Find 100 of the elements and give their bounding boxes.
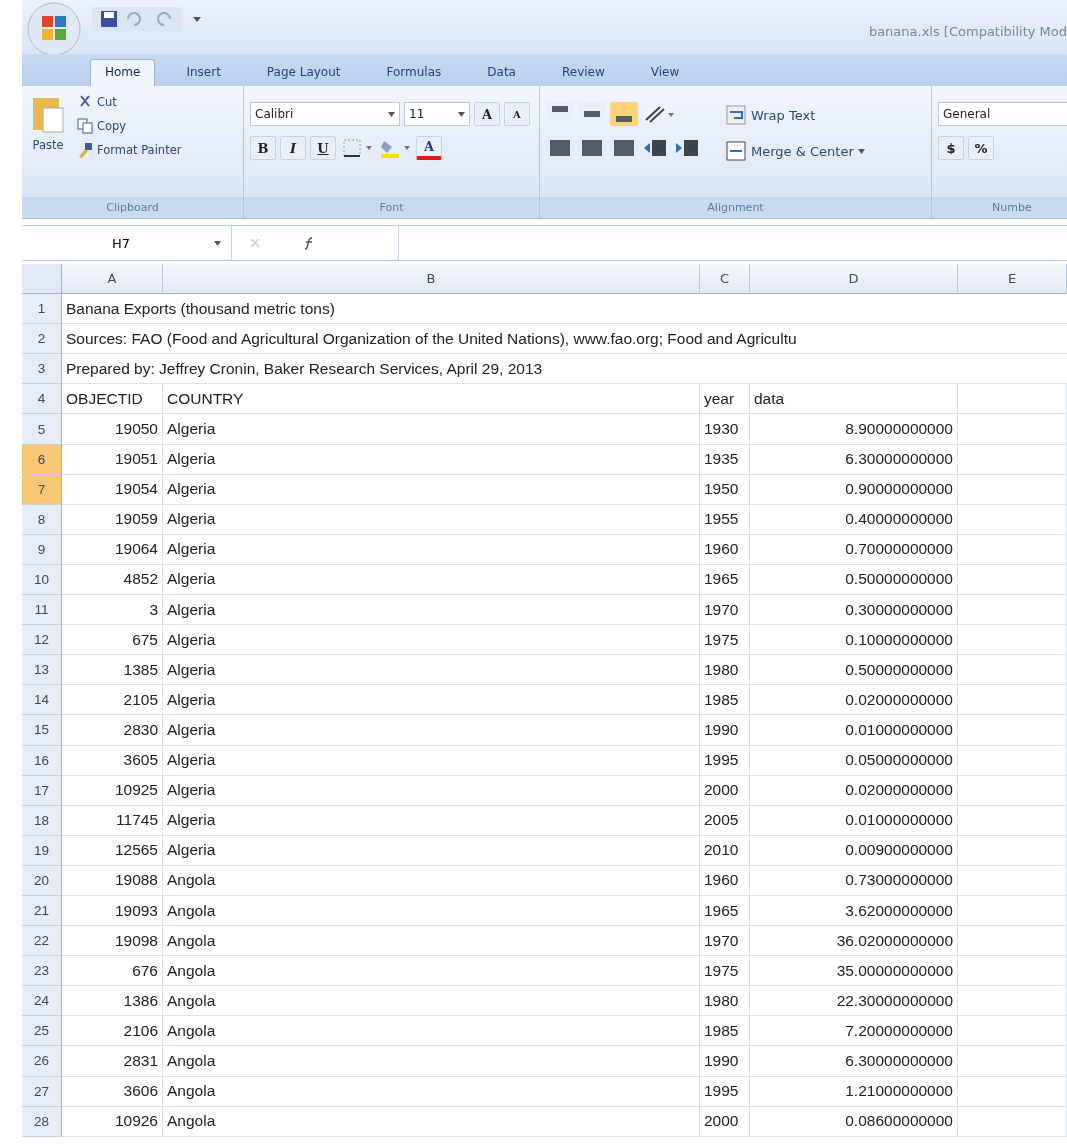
table-cell: 1990 [700,1046,750,1077]
save-icon[interactable] [100,10,118,28]
font-name-field[interactable]: Calibri [250,102,400,126]
format-painter-button[interactable]: Format Painter [74,140,185,160]
table-cell: 2105 [62,685,163,716]
table-cell: data [750,384,958,415]
row-header[interactable]: 20 [22,865,62,896]
row-header[interactable]: 22 [22,926,62,957]
font-size-field[interactable]: 11 [404,102,470,126]
table-cell: Angola [163,865,700,896]
row-header[interactable]: 14 [22,685,62,716]
column-header[interactable]: D [750,264,958,295]
table-cell: 36.02000000000 [750,926,958,957]
paste-button[interactable]: Paste [28,92,68,197]
currency-button[interactable]: $ [938,136,964,160]
dropdown-arrow-icon [214,240,221,246]
underline-button[interactable]: U [310,136,336,160]
name-box[interactable]: H7 [22,226,232,260]
row-header[interactable]: 26 [22,1046,62,1077]
row-header[interactable]: 11 [22,595,62,626]
row-header[interactable]: 5 [22,414,62,445]
row-header[interactable]: 9 [22,534,62,565]
column-header[interactable]: C [700,264,750,295]
row-header[interactable]: 25 [22,1016,62,1047]
row-header[interactable]: 10 [22,564,62,596]
table-cell: Algeria [163,745,700,776]
table-cell: 1985 [700,1016,750,1047]
italic-button[interactable]: I [280,136,306,160]
table-cell: 0.02000000000 [750,775,958,806]
table-cell: Angola [163,1076,700,1107]
ribbon-tab[interactable]: Formulas [371,59,457,86]
table-cell: 19050 [62,414,163,445]
merge-center-button[interactable]: Merge & Center [722,138,868,164]
table-cell: 3 [62,595,163,626]
row-header[interactable]: 3 [22,354,62,385]
row-header[interactable]: 4 [22,384,62,415]
row-header[interactable]: 2 [22,324,62,355]
row-header[interactable]: 19 [22,835,62,866]
row-header[interactable]: 27 [22,1076,62,1107]
dropdown-arrow-icon [857,148,865,154]
table-cell: Algeria [163,655,700,686]
grow-font-button[interactable]: A [474,102,500,126]
ribbon-tab[interactable]: Page Layout [251,59,356,86]
table-cell: Angola [163,956,700,987]
group-label: Clipboard [22,197,243,218]
row-header[interactable]: 18 [22,805,62,836]
row-header[interactable]: 13 [22,655,62,686]
row-header[interactable]: 24 [22,986,62,1017]
column-header[interactable]: A [62,264,163,295]
copy-button[interactable]: Copy [74,116,185,136]
row-header[interactable]: 6 [22,444,62,475]
vertical-align-icon[interactable] [610,102,638,126]
table-cell: Algeria [163,534,700,565]
row-header[interactable]: 12 [22,625,62,656]
table-cell: 22.30000000000 [750,986,958,1017]
ribbon-tab[interactable]: Home [90,59,156,86]
row-header[interactable]: 7 [22,474,62,505]
row-header[interactable]: 16 [22,745,62,776]
number-format-field[interactable]: General [938,102,1067,126]
bold-button[interactable]: B [250,136,276,160]
row-header[interactable]: 21 [22,895,62,927]
percent-button[interactable]: % [968,136,994,160]
table-cell: 2010 [700,835,750,866]
table-cell: 19093 [62,895,163,927]
shrink-font-button[interactable]: A [504,102,530,126]
row-header[interactable]: 8 [22,504,62,535]
row-header[interactable]: 15 [22,715,62,746]
column-header[interactable]: B [163,264,700,295]
table-cell: 19059 [62,504,163,535]
table-cell: 12565 [62,835,163,866]
ribbon-tab[interactable]: Review [546,59,620,86]
table-cell: Angola [163,986,700,1017]
table-cell: 1955 [700,504,750,535]
row-header[interactable]: 28 [22,1106,62,1137]
customize-dropdown-icon[interactable] [192,14,202,24]
table-cell: 0.30000000000 [750,595,958,626]
font-color-button[interactable]: A [416,136,442,160]
row-header[interactable]: 1 [22,294,62,325]
table-cell: Angola [163,1046,700,1077]
ribbon-tab[interactable]: Data [472,59,531,86]
ribbon-tab[interactable]: Insert [171,59,236,86]
table-cell: Algeria [163,715,700,746]
wrap-text-button[interactable]: Wrap Text [722,102,868,128]
table-cell: 0.50000000000 [750,655,958,686]
office-button[interactable] [26,1,82,57]
table-cell: Algeria [163,504,700,535]
row-header[interactable]: 23 [22,956,62,987]
group-label: Font [244,197,539,218]
table-cell: 1975 [700,625,750,656]
column-header[interactable]: E [958,264,1067,295]
borders-icon[interactable] [340,137,374,159]
table-cell: Algeria [163,595,700,626]
table-cell: 2106 [62,1016,163,1047]
table-cell: 1950 [700,474,750,505]
cut-button[interactable]: Cut [74,92,185,112]
table-cell: 6.30000000000 [750,444,958,475]
table-cell: Angola [163,926,700,957]
table-cell: 35.00000000000 [750,956,958,987]
row-header[interactable]: 17 [22,775,62,806]
ribbon-tab[interactable]: View [635,59,695,86]
